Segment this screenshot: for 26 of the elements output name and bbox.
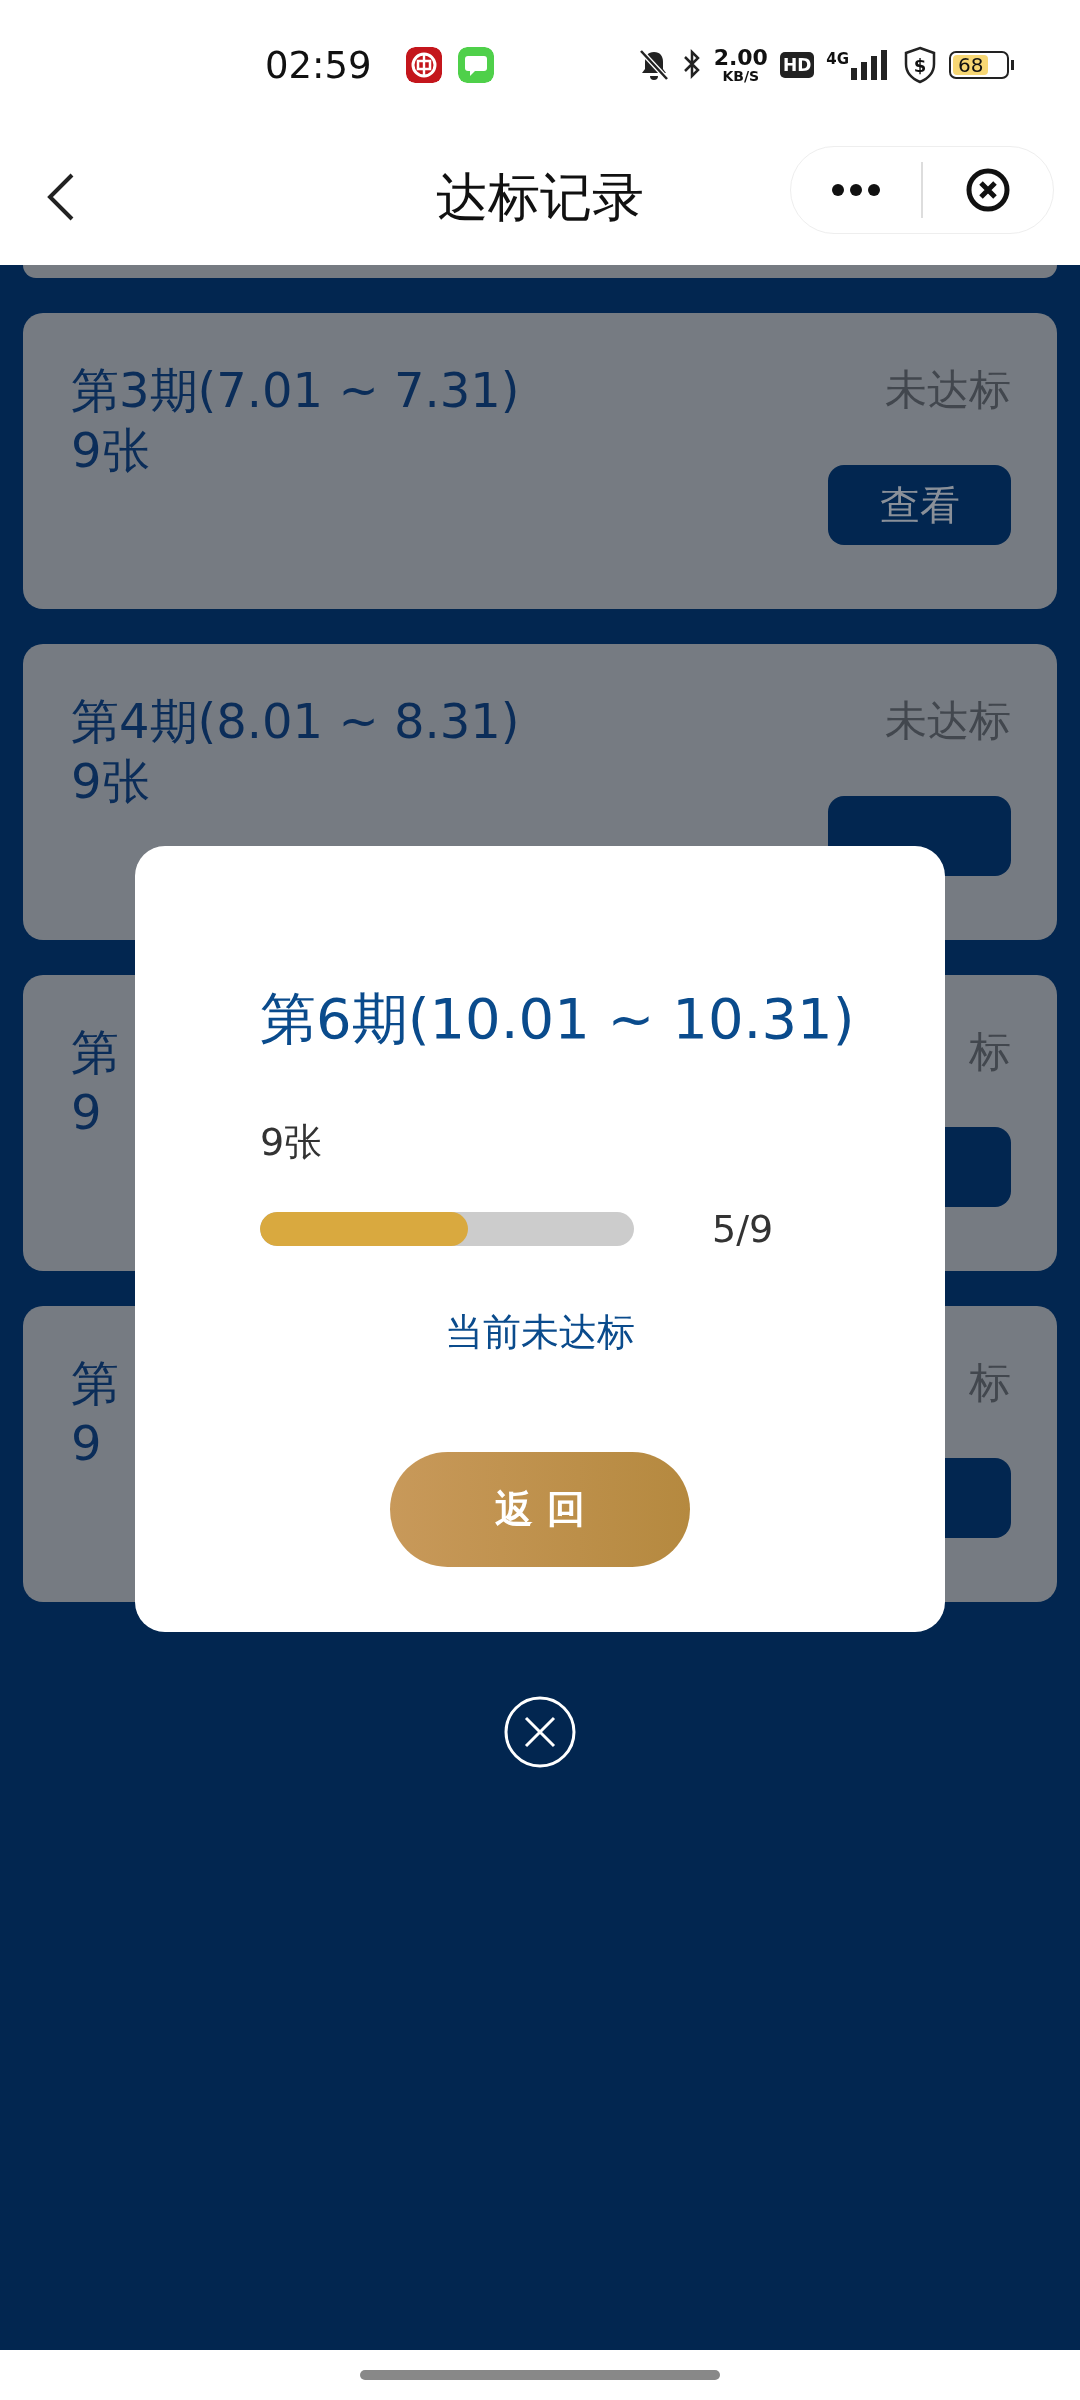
progress-reading: 5/9 [712, 1207, 774, 1251]
network-speed: 2.00 [713, 47, 768, 69]
card-count: 9 [71, 1083, 103, 1141]
speed-unit: KB/S [722, 69, 760, 83]
status-text: 当前未达标 [445, 1309, 635, 1356]
close-icon[interactable] [965, 167, 1011, 213]
period-title: 第3期(7.01 ~ 7.31) [71, 361, 520, 420]
card-count: 9张 [71, 752, 151, 810]
chat-app-icon [457, 47, 494, 83]
dialog-title: 第6期(10.01 ~ 10.31) [260, 985, 856, 1053]
muted-bell-icon [637, 48, 670, 82]
page-title: 达标记录 [436, 165, 644, 229]
more-icon[interactable] [832, 183, 880, 197]
clock-time: 02:59 [265, 43, 372, 87]
hd-badge: HD [779, 52, 815, 78]
period-title: 第 [71, 1354, 119, 1413]
period-title: 第4期(8.01 ~ 8.31) [71, 692, 520, 751]
back-button[interactable]: 返 回 [390, 1452, 690, 1567]
card-count: 9 [71, 1414, 103, 1472]
card-count: 9张 [71, 421, 151, 479]
shield-icon: $ [903, 46, 937, 84]
card-count: 9张 [260, 1119, 324, 1166]
view-button[interactable]: 查看 [828, 465, 1011, 545]
period-title: 第 [71, 1023, 119, 1082]
network-type: 4G [826, 50, 849, 68]
bank-app-icon [405, 47, 442, 83]
